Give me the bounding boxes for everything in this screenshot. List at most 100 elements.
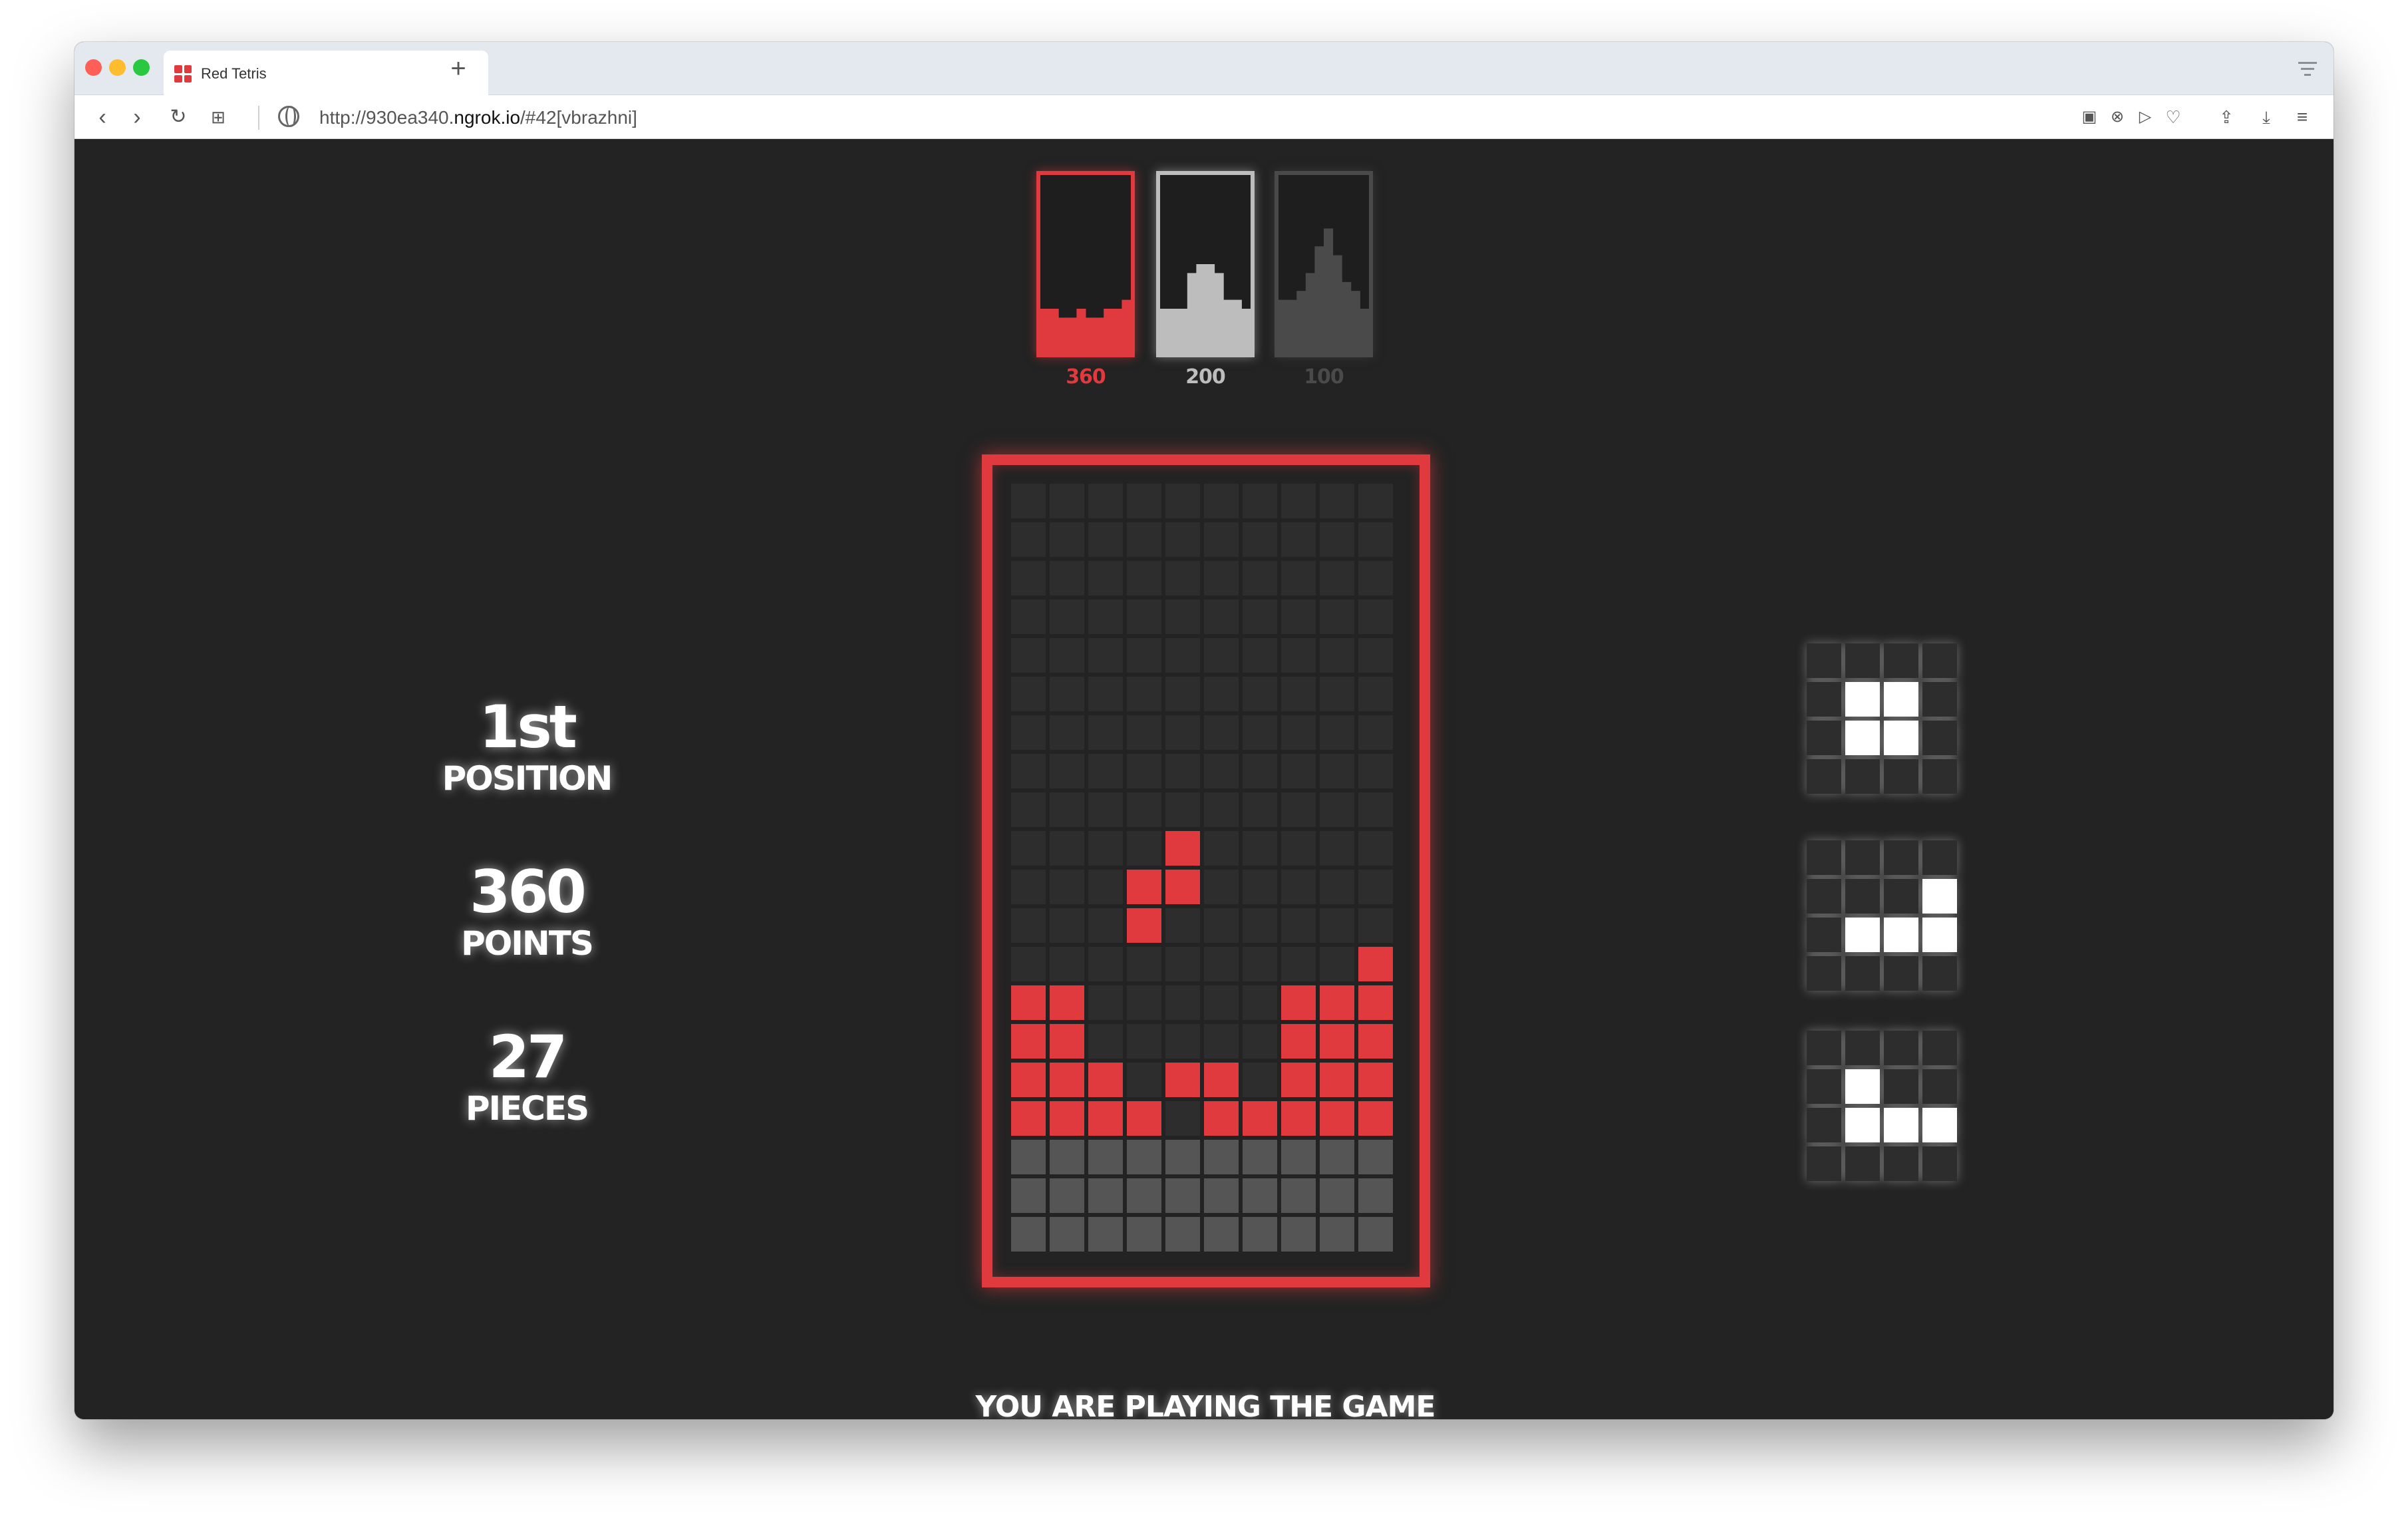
empty-cell [1050, 484, 1084, 518]
preview-empty-cell [1807, 721, 1841, 755]
penalty-block [1088, 1178, 1123, 1213]
red-block [1088, 1063, 1123, 1097]
preview-empty-cell [1922, 759, 1957, 794]
preview-empty-cell [1884, 1146, 1918, 1181]
preview-block [1884, 682, 1918, 717]
menu-icon[interactable]: ≡ [2290, 104, 2315, 130]
empty-cell [1165, 908, 1200, 943]
empty-cell [1358, 792, 1393, 827]
pieces-value: 27 [488, 1023, 567, 1091]
next-piece-2 [1807, 840, 1957, 991]
red-block [1204, 1063, 1239, 1097]
empty-cell [1243, 484, 1277, 518]
empty-cell [1088, 947, 1123, 981]
board-grid [1011, 484, 1393, 1252]
tab-list-icon[interactable] [2296, 62, 2319, 79]
empty-cell [1320, 715, 1354, 750]
empty-cell [1358, 677, 1393, 711]
game-board[interactable] [982, 454, 1430, 1287]
empty-cell [1165, 985, 1200, 1020]
maximize-window-button[interactable] [133, 59, 150, 76]
empty-cell [1050, 831, 1084, 866]
penalty-block [1358, 1217, 1393, 1252]
spectrum-column [1160, 309, 1170, 353]
empty-cell [1127, 638, 1161, 673]
empty-cell [1358, 484, 1393, 518]
spectrum-column [1241, 309, 1251, 353]
penalty-block [1320, 1217, 1354, 1252]
send-icon[interactable]: ▷ [2133, 104, 2158, 130]
empty-cell [1011, 831, 1046, 866]
empty-cell [1011, 908, 1046, 943]
empty-cell [1088, 484, 1123, 518]
empty-cell [1204, 1024, 1239, 1059]
red-block [1281, 1063, 1316, 1097]
empty-cell [1050, 908, 1084, 943]
speed-dial-icon[interactable]: ⊞ [205, 103, 231, 131]
game-area: 360 200 100 1st POSITION 360 POINTS 27 P… [75, 139, 2333, 1419]
preview-empty-cell [1884, 1069, 1918, 1104]
empty-cell [1204, 870, 1239, 904]
share-icon[interactable]: ⇪ [2214, 104, 2239, 130]
spectrum-column [1040, 309, 1050, 353]
spectrum-column [1332, 255, 1342, 353]
penalty-block [1281, 1217, 1316, 1252]
empty-cell [1088, 831, 1123, 866]
next-piece-svg [1807, 643, 1957, 794]
red-block [1011, 1101, 1046, 1136]
empty-cell [1088, 908, 1123, 943]
camera-icon[interactable]: ▣ [2077, 104, 2102, 130]
back-icon[interactable]: ‹ [89, 103, 116, 131]
empty-cell [1050, 715, 1084, 750]
spectrum-column [1305, 273, 1315, 353]
empty-cell [1320, 522, 1354, 557]
empty-cell [1281, 792, 1316, 827]
empty-cell [1165, 638, 1200, 673]
empty-cell [1165, 677, 1200, 711]
preview-empty-cell [1884, 840, 1918, 875]
next-piece-1 [1807, 643, 1957, 794]
red-block [1165, 1063, 1200, 1097]
empty-cell [1243, 561, 1277, 595]
empty-cell [1088, 638, 1123, 673]
penalty-block [1127, 1217, 1161, 1252]
preview-block [1845, 1069, 1880, 1104]
empty-cell [1088, 1024, 1123, 1059]
empty-cell [1165, 599, 1200, 634]
spectrum-column [1058, 317, 1068, 353]
url-field[interactable]: http://930ea340.ngrok.io/#42[vbrazhni] [319, 107, 637, 128]
empty-cell [1127, 561, 1161, 595]
forward-icon[interactable]: › [124, 103, 150, 131]
empty-cell [1204, 754, 1239, 788]
minimize-window-button[interactable] [109, 59, 126, 76]
empty-cell [1127, 1024, 1161, 1059]
shield-icon[interactable]: ⊗ [2105, 104, 2130, 130]
red-block [1165, 831, 1200, 866]
preview-block [1845, 918, 1880, 952]
empty-cell [1204, 715, 1239, 750]
empty-cell [1358, 522, 1393, 557]
points-label: POINTS [461, 924, 594, 963]
opponent-spectrum-1 [1036, 171, 1135, 357]
spectrum-svg [1160, 175, 1251, 353]
download-icon[interactable]: ⤓ [2254, 104, 2279, 130]
url-suffix: /#42[vbrazhni] [520, 107, 637, 128]
heart-icon[interactable]: ♡ [2161, 104, 2186, 130]
red-block [1011, 1024, 1046, 1059]
penalty-block [1011, 1217, 1046, 1252]
toolbar-divider [258, 106, 259, 130]
preview-block [1884, 918, 1918, 952]
points-stat: 360 POINTS [434, 860, 620, 963]
preview-empty-cell [1922, 643, 1957, 678]
reload-icon[interactable]: ↻ [165, 103, 192, 131]
empty-cell [1127, 484, 1161, 518]
new-tab-button[interactable]: + [427, 50, 490, 87]
empty-cell [1320, 792, 1354, 827]
penalty-block [1011, 1178, 1046, 1213]
empty-cell [1011, 754, 1046, 788]
empty-cell [1165, 561, 1200, 595]
preview-empty-cell [1845, 956, 1880, 991]
spectrum-column [1187, 273, 1197, 353]
close-window-button[interactable] [85, 59, 102, 76]
empty-cell [1243, 1024, 1277, 1059]
